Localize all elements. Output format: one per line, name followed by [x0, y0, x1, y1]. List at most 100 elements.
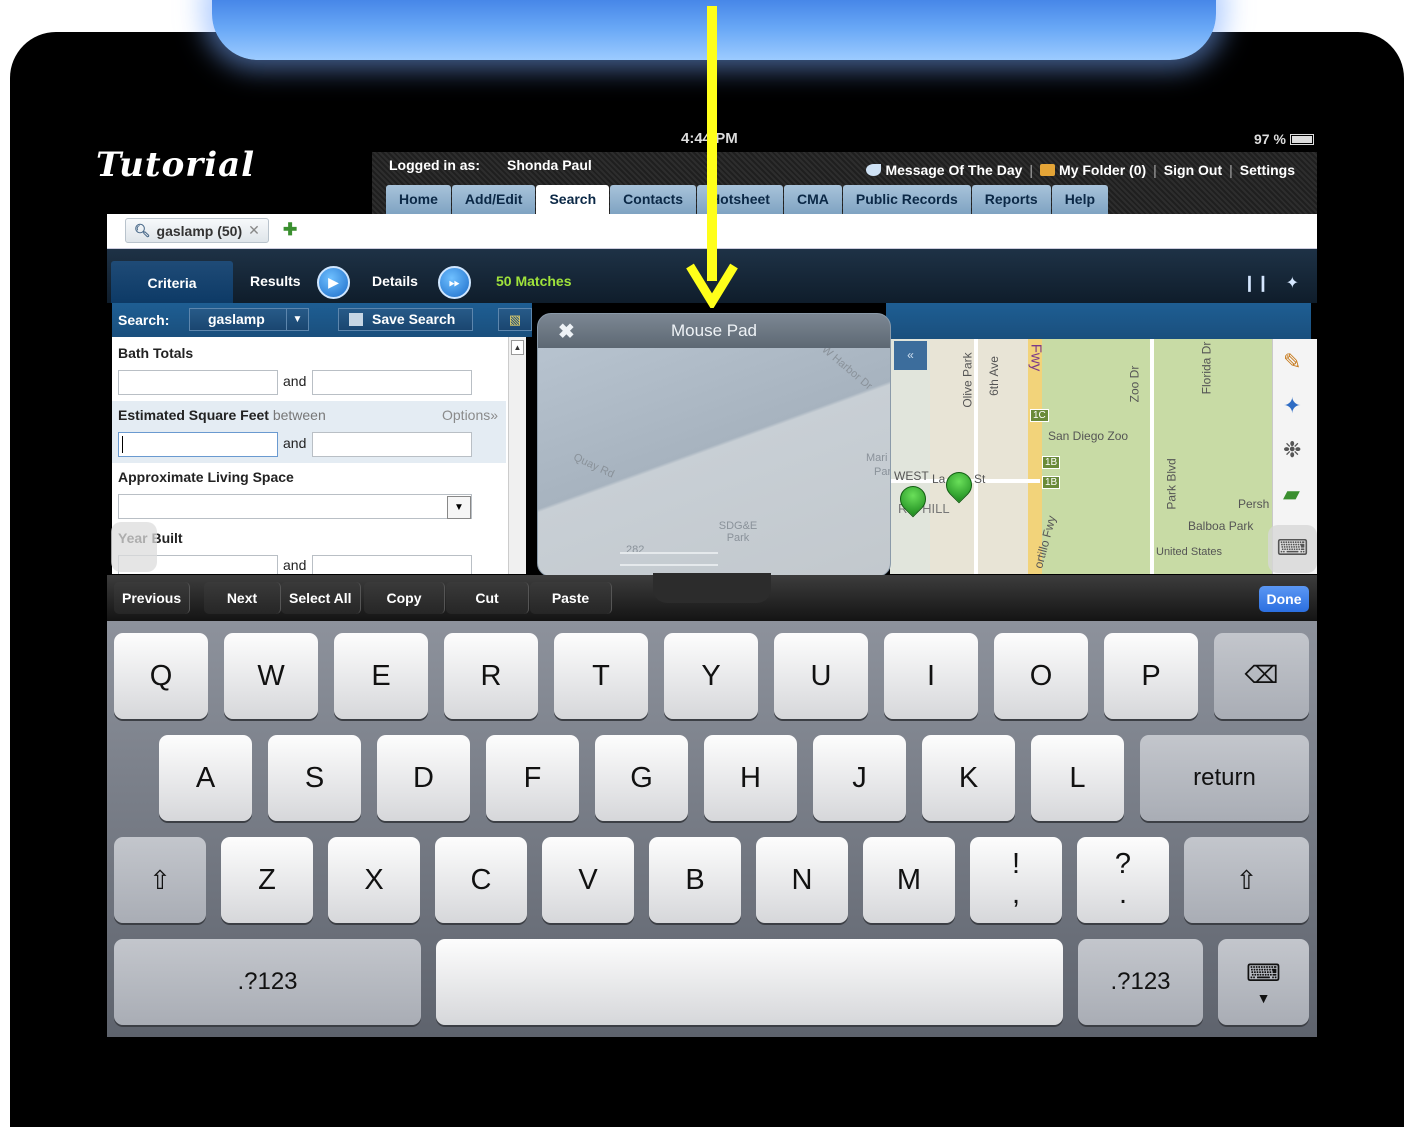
mouse-pad-overlay[interactable]: DOWNTOWN W Harbor Dr Quay Rd SDG&E Park …	[537, 313, 891, 577]
key-s[interactable]: S	[268, 735, 361, 821]
key-a[interactable]: A	[159, 735, 252, 821]
saved-search-chip[interactable]: 🔍︎ gaslamp (50) ✕	[125, 218, 269, 243]
key-b[interactable]: B	[649, 837, 741, 923]
backspace-key[interactable]: ⌫	[1214, 633, 1309, 719]
key-j[interactable]: J	[813, 735, 906, 821]
bath-totals-max-input[interactable]	[312, 370, 472, 395]
shift-key[interactable]: ⇧	[114, 837, 206, 923]
map-view[interactable]: Olive Park 6th Ave Fwy 1C San Diego Zoo …	[890, 339, 1272, 574]
collapse-panel-icon[interactable]: «	[894, 341, 927, 370]
message-of-day-link[interactable]: Message Of The Day	[866, 162, 1022, 178]
freeway-exit-shield: 1B	[1042, 456, 1061, 469]
bath-totals-min-input[interactable]	[118, 370, 278, 395]
map-label: Balboa Park	[1188, 519, 1254, 533]
key-r[interactable]: R	[444, 633, 538, 719]
shift-key-right[interactable]: ⇧	[1184, 837, 1309, 923]
key-l[interactable]: L	[1031, 735, 1124, 821]
paste-button[interactable]: Paste	[530, 582, 612, 614]
key-e[interactable]: E	[334, 633, 428, 719]
select-all-button[interactable]: Select All	[281, 582, 361, 614]
scroll-up-arrow-icon[interactable]: ▲	[511, 340, 524, 355]
key-z[interactable]: Z	[221, 837, 313, 923]
key-o[interactable]: O	[994, 633, 1088, 719]
living-space-select[interactable]	[118, 494, 472, 519]
key-exclaim-comma[interactable]: !,	[970, 837, 1062, 923]
settings-link[interactable]: Settings	[1240, 162, 1295, 178]
saved-search-select[interactable]: gaslamp ▼	[189, 308, 309, 331]
return-key[interactable]: return	[1140, 735, 1309, 821]
map-label: Zoo Dr	[1127, 365, 1142, 403]
options-link[interactable]: Options»	[442, 407, 498, 423]
key-question-period[interactable]: ?.	[1077, 837, 1169, 923]
shift-icon: ⇧	[149, 865, 171, 895]
tab-add-edit[interactable]: Add/Edit	[451, 185, 536, 214]
key-y[interactable]: Y	[664, 633, 758, 719]
copy-button[interactable]: Copy	[364, 582, 445, 614]
tab-home[interactable]: Home	[386, 185, 451, 214]
tab-criteria[interactable]: Criteria	[111, 261, 233, 303]
space-bar[interactable]	[436, 939, 1063, 1025]
done-button[interactable]: Done	[1259, 586, 1309, 612]
key-u[interactable]: U	[774, 633, 868, 719]
key-h[interactable]: H	[704, 735, 797, 821]
key-d[interactable]: D	[377, 735, 470, 821]
year-built-max-input[interactable]	[312, 555, 472, 574]
saved-search-label: gaslamp (50)	[156, 222, 243, 239]
chevron-down-icon[interactable]: ▼	[447, 496, 471, 519]
listing-pin-icon[interactable]	[940, 466, 978, 504]
push-pin-icon[interactable]: ✦	[1283, 393, 1301, 419]
mouse-icon[interactable]	[111, 522, 157, 572]
key-f[interactable]: F	[486, 735, 579, 821]
details-arrow-icon[interactable]: ⏩︎	[438, 266, 471, 299]
sign-out-link[interactable]: Sign Out	[1164, 162, 1222, 178]
key-g[interactable]: G	[595, 735, 688, 821]
key-i[interactable]: I	[884, 633, 978, 719]
save-search-button[interactable]: Save Search	[338, 308, 473, 331]
close-icon[interactable]: ✖	[558, 319, 575, 344]
tab-search[interactable]: Search	[536, 185, 610, 216]
tab-results[interactable]: Results	[250, 273, 301, 289]
hide-keyboard-key[interactable]: ⌨︎ ▼	[1218, 939, 1309, 1025]
living-space-label: Approximate Living Space	[118, 469, 294, 485]
next-button[interactable]: Next	[204, 582, 281, 614]
user-search-icon[interactable]: ✦	[1286, 273, 1299, 293]
key-n[interactable]: N	[756, 837, 848, 923]
tab-cma[interactable]: CMA	[783, 185, 842, 214]
drag-handle-icon[interactable]	[620, 552, 718, 566]
key-q[interactable]: Q	[114, 633, 208, 719]
previous-button[interactable]: Previous	[114, 582, 191, 614]
key-t[interactable]: T	[554, 633, 648, 719]
key-p[interactable]: P	[1104, 633, 1198, 719]
tab-details[interactable]: Details	[372, 273, 418, 289]
sqft-max-input[interactable]	[312, 432, 472, 457]
tab-contacts[interactable]: Contacts	[610, 185, 697, 214]
my-folder-link[interactable]: My Folder (0)	[1040, 162, 1146, 178]
sqft-min-input[interactable]	[118, 432, 278, 457]
bath-totals-section: Bath Totals and	[112, 337, 506, 401]
close-icon[interactable]: ✕	[248, 222, 260, 239]
key-k[interactable]: K	[922, 735, 1015, 821]
tab-public-records[interactable]: Public Records	[842, 185, 971, 214]
key-c[interactable]: C	[435, 837, 527, 923]
eraser-icon[interactable]: ❉	[1283, 437, 1301, 463]
map-label: WEST	[894, 469, 929, 483]
map-label: Olive Park	[960, 352, 975, 408]
numbers-key[interactable]: .?123	[114, 939, 421, 1025]
keyboard-icon[interactable]: ⌨︎	[1268, 525, 1317, 573]
tab-reports[interactable]: Reports	[971, 185, 1051, 214]
numbers-key-right[interactable]: .?123	[1078, 939, 1203, 1025]
key-m[interactable]: M	[863, 837, 955, 923]
cut-button[interactable]: Cut	[446, 582, 529, 614]
results-arrow-icon[interactable]: ▶	[317, 266, 350, 299]
map-toggle-button[interactable]: ▧	[498, 308, 532, 331]
chart-icon[interactable]: ❙❙	[1243, 273, 1270, 293]
key-x[interactable]: X	[328, 837, 420, 923]
key-w[interactable]: W	[224, 633, 318, 719]
layers-icon[interactable]: ▰	[1283, 481, 1300, 507]
add-search-icon[interactable]: ✚	[283, 220, 305, 240]
pencil-icon[interactable]: ✎	[1283, 349, 1301, 375]
tab-help[interactable]: Help	[1051, 185, 1109, 214]
mouse-pad-surface[interactable]: DOWNTOWN W Harbor Dr Quay Rd SDG&E Park …	[538, 338, 890, 576]
criteria-scrollbar[interactable]: ▲	[508, 337, 526, 574]
key-v[interactable]: V	[542, 837, 634, 923]
